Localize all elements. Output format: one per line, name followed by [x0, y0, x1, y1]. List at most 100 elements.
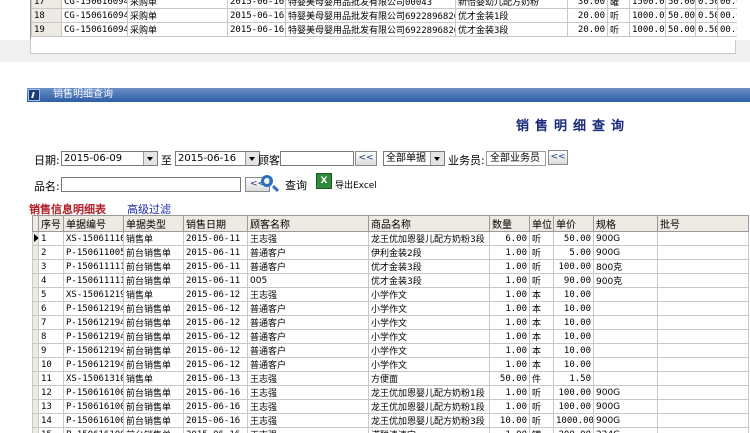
row-indicator[interactable]: [32, 301, 39, 316]
row-indicator[interactable]: [32, 413, 39, 428]
table-row[interactable]: 5XS-150612194销售单2015-06-12王志强小学作文1.00本10…: [32, 287, 749, 302]
export-excel-button[interactable]: X 导出Excel: [316, 173, 386, 193]
table-row[interactable]: 8P-1506121944前台销售单2015-06-12普通客户小学作文1.00…: [32, 329, 749, 344]
table-cell: 1.00: [489, 329, 530, 344]
table-row[interactable]: 7P-1506121944前台销售单2015-06-12普通客户小学作文1.00…: [32, 315, 749, 330]
staff-browse-button[interactable]: <<: [548, 150, 568, 165]
chevron-down-icon[interactable]: [430, 152, 444, 165]
row-indicator[interactable]: [32, 273, 39, 288]
table-row[interactable]: 10P-1506121944前台销售单2015-06-12普通客户小学作文1.0…: [32, 357, 749, 372]
table-row[interactable]: 4P-1506111118前台销售单2015-06-11005优才金装3段1.0…: [32, 273, 749, 288]
row-indicator[interactable]: [32, 259, 39, 274]
row-indicator[interactable]: [32, 399, 39, 414]
column-header[interactable]: 单价: [553, 215, 594, 232]
customer-browse-button[interactable]: <<: [355, 151, 377, 166]
table-row[interactable]: 9P-1506121944前台销售单2015-06-12普通客户小学作文1.00…: [32, 343, 749, 358]
table-cell: 2015-06-12: [183, 315, 248, 330]
date-to-picker[interactable]: 2015-06-16: [175, 151, 260, 166]
table-cell: [593, 329, 658, 344]
table-cell: 普通客户: [247, 357, 369, 372]
purchase-cell-date: 2015-06-16: [227, 22, 286, 37]
table-cell: 前台销售单: [123, 301, 184, 316]
row-indicator[interactable]: [32, 329, 39, 344]
column-header[interactable]: 顾客名称: [247, 215, 369, 232]
table-cell: P-1506161006: [63, 385, 124, 400]
row-indicator[interactable]: [32, 427, 39, 433]
table-cell: 听: [529, 413, 554, 428]
customer-input[interactable]: [280, 151, 354, 166]
purchase-cell-supplier: 特婴美母婴用品批发有限公司6922896820705: [285, 8, 456, 23]
table-cell: [657, 343, 749, 358]
chevron-down-icon[interactable]: [143, 152, 157, 165]
row-indicator[interactable]: [32, 245, 39, 260]
table-cell: [593, 315, 658, 330]
purchase-cell-c3: 00.00: [717, 8, 737, 23]
bill-type-value: 全部单据: [386, 153, 426, 164]
table-cell: 销售单: [123, 231, 184, 246]
table-row[interactable]: 13P-1506161006前台销售单2015-06-16王志强龙王优加恩婴儿配…: [32, 399, 749, 414]
table-cell: 1.00: [489, 315, 530, 330]
table-cell: 小学作文: [368, 287, 490, 302]
row-indicator[interactable]: [32, 385, 39, 400]
purchase-cell-unit: 听: [607, 8, 630, 23]
row-indicator[interactable]: [32, 371, 39, 386]
column-header[interactable]: 单据类型: [123, 215, 184, 232]
column-header[interactable]: 商品名称: [368, 215, 490, 232]
column-header[interactable]: 数量: [489, 215, 530, 232]
purchase-row[interactable]: 19 CG-150616094 采购单 2015-06-16 特婴美母婴用品批发有限公司…: [31, 22, 737, 37]
table-row[interactable]: 14P-1506161006前台销售单2015-06-16王志强龙王优加恩婴儿配…: [32, 413, 749, 428]
table-cell: 前台销售单: [123, 385, 184, 400]
table-row[interactable]: 2P-1506110053前台销售单2015-06-11普通客户伊利金装2段1.…: [32, 245, 749, 260]
column-header[interactable]: 销售日期: [183, 215, 248, 232]
row-indicator[interactable]: [32, 287, 39, 302]
table-row[interactable]: 12P-1506161006前台销售单2015-06-16王志强龙王优加恩婴儿配…: [32, 385, 749, 400]
table-cell: [657, 231, 749, 246]
column-header[interactable]: 单位: [529, 215, 554, 232]
purchase-row[interactable]: 17 CG-150616094 采购单 2015-06-16 特婴美母婴用品批发有限公司…: [31, 0, 737, 9]
table-cell: 普通客户: [247, 315, 369, 330]
staff-field[interactable]: 全部业务员: [486, 151, 546, 166]
table-cell: 100.00: [553, 399, 594, 414]
table-cell: 2015-06-11: [183, 231, 248, 246]
table-cell: 伊利金装2段: [368, 245, 490, 260]
purchase-cell-type: 采购单: [127, 22, 228, 37]
product-input[interactable]: [61, 177, 241, 192]
row-indicator[interactable]: [32, 315, 39, 330]
date-from-picker[interactable]: 2015-06-09: [61, 151, 158, 166]
table-row[interactable]: 1XS-150611105销售单2015-06-11王志强龙王优加恩婴儿配方奶粉…: [32, 231, 749, 246]
bill-type-select[interactable]: 全部单据: [383, 151, 445, 166]
row-indicator[interactable]: [32, 357, 39, 372]
table-cell: 5.00: [553, 245, 594, 260]
table-row[interactable]: 15P-1506161006前台销售单2015-06-16王志强诺聪清清宝1.0…: [32, 427, 749, 433]
table-cell: [657, 273, 749, 288]
column-header[interactable]: 批号: [657, 215, 749, 232]
table-cell: 14: [38, 413, 64, 428]
purchase-cell-c2: 0.50: [695, 8, 718, 23]
query-button[interactable]: 查询: [259, 173, 309, 193]
purchase-cell-date: 2015-06-16: [227, 8, 286, 23]
table-cell: 5: [38, 287, 64, 302]
table-cell: 1: [38, 231, 64, 246]
purchase-row[interactable]: 18 CG-150616094 采购单 2015-06-16 特婴美母婴用品批发有限公司…: [31, 8, 737, 23]
table-cell: P-1506110053: [63, 245, 124, 260]
column-header[interactable]: 序号: [38, 215, 64, 232]
table-row[interactable]: 3P-1506111112前台销售单2015-06-11普通客户优才金装3段1.…: [32, 259, 749, 274]
table-row[interactable]: 6P-1506121944前台销售单2015-06-12普通客户小学作文1.00…: [32, 301, 749, 316]
chevron-down-icon[interactable]: [245, 152, 259, 165]
table-cell: 听: [529, 399, 554, 414]
table-cell: 15: [38, 427, 64, 433]
table-cell: 900G: [593, 245, 658, 260]
purchase-cell-product: 新怡婴幼儿配方奶粉: [455, 0, 568, 9]
purchase-cell-unit: 罐: [607, 0, 630, 9]
table-row[interactable]: 11XS-150613100销售单2015-06-13王志强方便面50.00件1…: [32, 371, 749, 386]
table-cell: 900G: [593, 385, 658, 400]
column-header[interactable]: 规格: [593, 215, 658, 232]
purchase-cell-c1: 50.00: [665, 8, 696, 23]
column-header[interactable]: 单据编号: [63, 215, 124, 232]
date-from-value: 2015-06-09: [64, 153, 123, 164]
purchase-cell-date: 2015-06-16: [227, 0, 286, 9]
staff-label: 业务员:: [448, 154, 485, 167]
row-indicator[interactable]: [32, 231, 39, 246]
table-cell: 900G: [593, 399, 658, 414]
row-indicator[interactable]: [32, 343, 39, 358]
